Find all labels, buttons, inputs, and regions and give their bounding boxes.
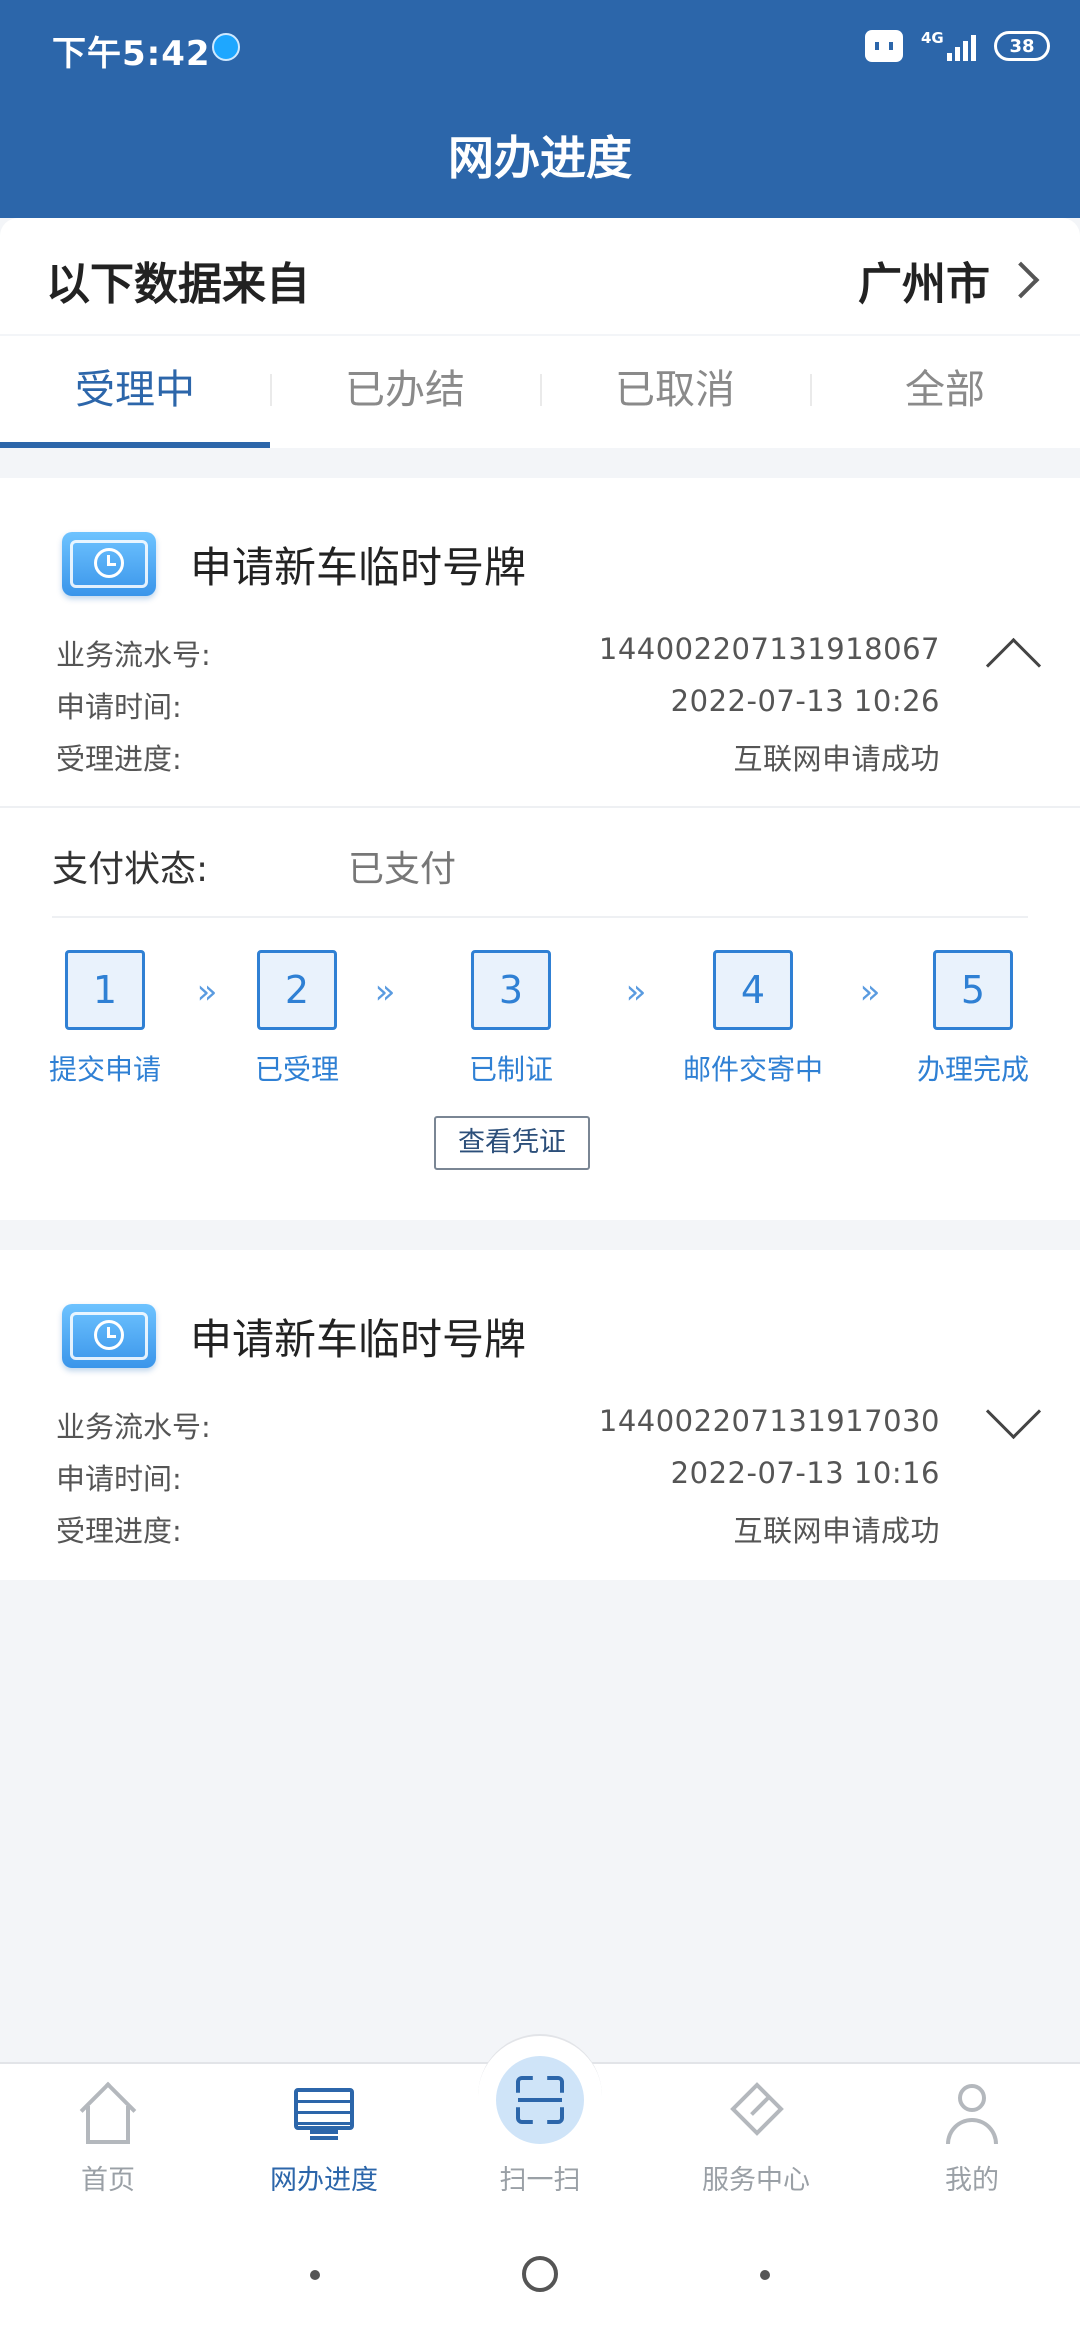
step-number: 5 bbox=[932, 950, 1013, 1030]
expand-chevron-down-icon[interactable] bbox=[982, 1404, 1042, 1440]
serial-value: 144002207131917030 bbox=[598, 1404, 940, 1438]
progress-label: 受理进度: bbox=[56, 742, 182, 776]
nav-label: 网办进度 bbox=[270, 2165, 378, 2196]
tab-in-progress[interactable]: 受理中 bbox=[0, 336, 270, 448]
schedule-icon bbox=[62, 532, 156, 596]
progress-step: 1 提交申请 bbox=[49, 950, 161, 1088]
system-back-button[interactable] bbox=[760, 2270, 770, 2280]
step-label: 已制证 bbox=[468, 1053, 554, 1086]
chevron-right-icon bbox=[1002, 261, 1040, 299]
serial-value: 144002207131918067 bbox=[598, 632, 940, 666]
data-source-bar: 以下数据来自 广州市 bbox=[0, 218, 1080, 334]
home-icon bbox=[72, 2078, 144, 2150]
city-name: 广州市 bbox=[858, 259, 990, 310]
progress-row: 受理进度: 互联网申请成功 bbox=[56, 736, 940, 778]
battery-icon: 38 bbox=[994, 31, 1050, 61]
schedule-icon bbox=[62, 1304, 156, 1368]
time-row: 申请时间: 2022-07-13 10:26 bbox=[56, 684, 940, 726]
nav-label: 首页 bbox=[81, 2165, 135, 2196]
signal-icon: 4G bbox=[921, 29, 976, 61]
app-header: 下午5:42 4G 38 网办进度 bbox=[0, 0, 1080, 218]
nav-label: 服务中心 bbox=[702, 2165, 810, 2196]
status-tabs: 受理中 已办结 已取消 全部 bbox=[0, 336, 1080, 448]
double-chevron-right-icon: » bbox=[625, 972, 647, 1012]
serial-label: 业务流水号: bbox=[56, 638, 211, 672]
progress-step: 3 已制证 bbox=[469, 950, 553, 1088]
step-label: 办理完成 bbox=[916, 1053, 1030, 1086]
card-title: 申请新车临时号牌 bbox=[190, 1315, 527, 1364]
step-label: 已受理 bbox=[254, 1053, 340, 1086]
double-chevron-right-icon: » bbox=[374, 972, 396, 1012]
page-title: 网办进度 bbox=[448, 131, 632, 185]
tab-cancelled[interactable]: 已取消 bbox=[540, 336, 810, 448]
step-number: 1 bbox=[64, 950, 145, 1030]
nav-scan[interactable]: 扫一扫 bbox=[440, 2078, 640, 2197]
user-icon bbox=[936, 2078, 1008, 2150]
collapse-chevron-up-icon[interactable] bbox=[982, 632, 1042, 668]
step-number: 3 bbox=[470, 950, 551, 1030]
hd-call-icon bbox=[865, 30, 903, 62]
payment-status-value: 已支付 bbox=[348, 849, 457, 890]
progress-value: 互联网申请成功 bbox=[733, 1514, 940, 1548]
nav-label: 我的 bbox=[945, 2165, 999, 2196]
step-label: 邮件交寄中 bbox=[682, 1053, 824, 1086]
monitor-icon bbox=[288, 2078, 360, 2150]
system-home-button[interactable] bbox=[522, 2256, 558, 2292]
time-label: 申请时间: bbox=[56, 690, 182, 724]
progress-step: 4 邮件交寄中 bbox=[683, 950, 823, 1088]
progress-row: 受理进度: 互联网申请成功 bbox=[56, 1508, 940, 1550]
payment-status-label: 支付状态: bbox=[52, 849, 209, 890]
step-number: 4 bbox=[712, 950, 793, 1030]
system-menu-button[interactable] bbox=[310, 2270, 320, 2280]
double-chevron-right-icon: » bbox=[196, 972, 218, 1012]
city-selector[interactable]: 广州市 bbox=[858, 248, 1040, 312]
service-icon bbox=[720, 2078, 792, 2150]
tab-all[interactable]: 全部 bbox=[810, 336, 1080, 448]
nav-home[interactable]: 首页 bbox=[8, 2078, 208, 2197]
nav-progress[interactable]: 网办进度 bbox=[224, 2078, 424, 2197]
network-type: 4G bbox=[921, 29, 944, 47]
divider bbox=[0, 806, 1080, 808]
nav-label: 扫一扫 bbox=[499, 2165, 581, 2196]
data-source-label: 以下数据来自 bbox=[46, 259, 310, 310]
progress-value: 互联网申请成功 bbox=[733, 742, 940, 776]
scan-icon-spacer bbox=[504, 2078, 576, 2150]
location-indicator-icon bbox=[212, 33, 240, 61]
tab-completed[interactable]: 已办结 bbox=[270, 336, 540, 448]
time-value: 2022-07-13 10:26 bbox=[670, 684, 940, 718]
view-voucher-button[interactable]: 查看凭证 bbox=[434, 1116, 590, 1170]
nav-mine[interactable]: 我的 bbox=[872, 2078, 1072, 2197]
serial-row: 业务流水号: 144002207131917030 bbox=[56, 1404, 940, 1446]
progress-step: 5 办理完成 bbox=[917, 950, 1029, 1088]
divider bbox=[52, 916, 1028, 918]
serial-row: 业务流水号: 144002207131918067 bbox=[56, 632, 940, 674]
double-chevron-right-icon: » bbox=[859, 972, 881, 1012]
time-label: 申请时间: bbox=[56, 1462, 182, 1496]
nav-service-center[interactable]: 服务中心 bbox=[656, 2078, 856, 2197]
step-label: 提交申请 bbox=[48, 1053, 162, 1086]
card-title: 申请新车临时号牌 bbox=[190, 543, 527, 592]
time-row: 申请时间: 2022-07-13 10:16 bbox=[56, 1456, 940, 1498]
serial-label: 业务流水号: bbox=[56, 1410, 211, 1444]
step-number: 2 bbox=[256, 950, 337, 1030]
status-time: 下午5:42 bbox=[52, 34, 211, 74]
progress-step: 2 已受理 bbox=[255, 950, 339, 1088]
progress-label: 受理进度: bbox=[56, 1514, 182, 1548]
status-icons: 4G 38 bbox=[865, 29, 1050, 62]
time-value: 2022-07-13 10:16 bbox=[670, 1456, 940, 1490]
